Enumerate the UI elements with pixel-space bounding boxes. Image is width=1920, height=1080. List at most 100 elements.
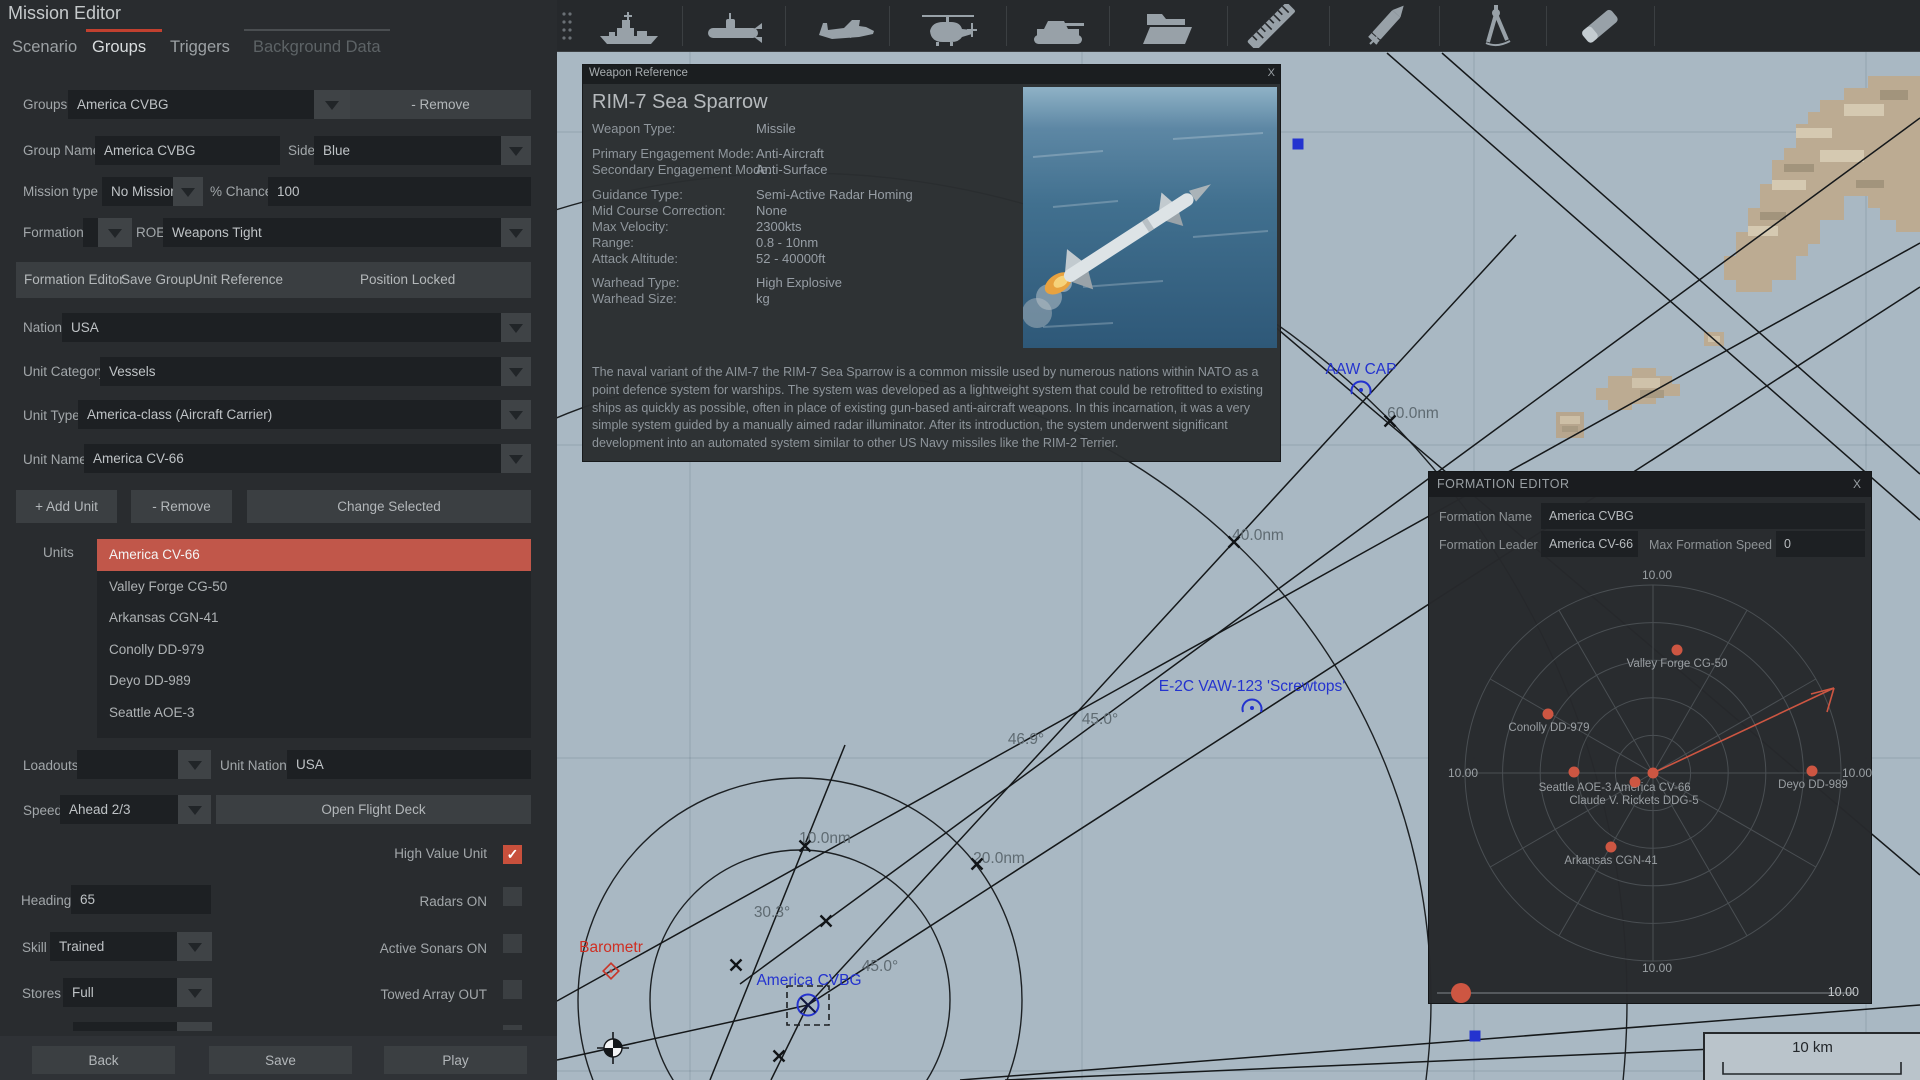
side-dropdown-arrow[interactable] (501, 136, 531, 165)
groups-dropdown-arrow[interactable] (314, 90, 350, 119)
unit-nation-select[interactable]: USA (287, 750, 531, 779)
formation-unit-dot[interactable] (1542, 708, 1554, 720)
toolbar-divider (1654, 6, 1655, 46)
unit-list-item[interactable]: Conolly DD-979 (97, 634, 531, 666)
blue-square[interactable] (1292, 138, 1304, 150)
unit-reference-button[interactable]: Unit Reference (193, 272, 283, 287)
skill-label: Skill (22, 940, 47, 955)
x-mark (729, 958, 744, 973)
formation-unit-label: America CV-66 (1613, 782, 1691, 794)
chance-input[interactable]: 100 (268, 177, 531, 206)
radars-on-checkbox[interactable] (503, 887, 522, 906)
roe-select[interactable]: Weapons Tight (163, 218, 501, 247)
speed-dropdown-arrow[interactable] (178, 795, 211, 824)
unit-category-select[interactable]: Vessels (100, 357, 501, 386)
formation-unit-dot[interactable] (1629, 776, 1641, 788)
tab-background-data[interactable]: Background Data (253, 33, 381, 62)
tab-scenario[interactable]: Scenario (12, 33, 77, 62)
secondary-tab-indicator (244, 29, 390, 31)
save-button[interactable]: Save (209, 1046, 352, 1074)
eraser-icon[interactable] (1569, 5, 1633, 47)
window-titlebar[interactable]: Weapon Reference X (583, 65, 1280, 84)
mission-type-dropdown-arrow[interactable] (173, 177, 203, 206)
cap-symbol[interactable] (1348, 376, 1374, 402)
high-value-unit-checkbox[interactable]: ✓ (503, 845, 522, 864)
formation-scale-slider-knob[interactable] (1451, 983, 1471, 1003)
unit-type-dropdown-arrow[interactable] (501, 400, 531, 429)
formation-dropdown-arrow[interactable] (98, 218, 132, 247)
speed-select[interactable]: Ahead 2/3 (60, 795, 178, 824)
nation-dropdown-arrow[interactable] (501, 313, 531, 342)
x-mark (819, 914, 834, 929)
grip-handle-icon[interactable] (559, 6, 577, 46)
groups-select[interactable]: America CVBG (68, 90, 314, 119)
warship-icon[interactable] (597, 5, 661, 47)
unit-list-item[interactable]: Deyo DD-989 (97, 665, 531, 697)
spec-label: Mid Course Correction: (592, 203, 726, 218)
formation-unit-dot[interactable] (1671, 644, 1683, 656)
aircraft-icon[interactable] (814, 5, 878, 47)
unit-name-dropdown-arrow[interactable] (501, 444, 531, 473)
loadouts-select[interactable] (77, 750, 178, 779)
skill-dropdown-arrow[interactable] (177, 932, 212, 961)
submarine-icon[interactable] (702, 5, 766, 47)
play-button[interactable]: Play (384, 1046, 527, 1074)
spec-value: 52 - 40000ft (756, 251, 826, 266)
unit-category-dropdown-arrow[interactable] (501, 357, 531, 386)
unit-name-select[interactable]: America CV-66 (84, 444, 501, 473)
unit-list-item[interactable]: Valley Forge CG-50 (97, 571, 531, 603)
carrier-marker[interactable] (784, 981, 832, 1029)
skill-select[interactable]: Trained (50, 932, 177, 961)
helicopter-icon[interactable] (916, 5, 980, 47)
stores-select[interactable]: Full (63, 978, 177, 1007)
spec-label: Max Velocity: (592, 219, 669, 234)
back-button[interactable]: Back (32, 1046, 175, 1074)
blue-square[interactable] (1469, 1030, 1481, 1042)
unit-list-item[interactable]: Seattle AOE-3 (97, 697, 531, 729)
remove-group-button[interactable]: - Remove (350, 90, 531, 119)
group-name-input[interactable]: America CVBG (95, 136, 280, 165)
nation-select[interactable]: USA (62, 313, 501, 342)
speed-label: Speed (23, 803, 63, 818)
active-sonars-on-checkbox[interactable] (503, 934, 522, 953)
change-selected-button[interactable]: Change Selected (247, 490, 531, 523)
spec-value: Missile (756, 121, 796, 136)
remove-unit-button[interactable]: - Remove (131, 490, 232, 523)
spec-label: Guidance Type: (592, 187, 683, 202)
bullseye[interactable] (596, 1031, 630, 1065)
unit-type-select[interactable]: America-class (Aircraft Carrier) (78, 400, 501, 429)
formation-unit-dot[interactable] (1806, 765, 1818, 777)
add-unit-button[interactable]: + Add Unit (16, 490, 117, 523)
compass-icon[interactable] (1464, 5, 1528, 47)
towed-array-out-checkbox[interactable] (503, 980, 522, 999)
stores-dropdown-arrow[interactable] (177, 978, 212, 1007)
unit-list-item[interactable]: Claude V. Rickets DDG-5 (97, 729, 531, 738)
unit-list-item[interactable]: Arkansas CGN-41 (97, 602, 531, 634)
formation-editor-button[interactable]: Formation Editor (24, 272, 124, 287)
formation-unit-dot[interactable] (1647, 767, 1659, 779)
pencil-icon[interactable] (1354, 5, 1418, 47)
mission-type-select[interactable]: No Mission (102, 177, 173, 206)
cap-symbol[interactable] (1239, 694, 1265, 720)
folder-icon[interactable] (1135, 5, 1199, 47)
roe-dropdown-arrow[interactable] (501, 218, 531, 247)
save-group-button[interactable]: Save Group (121, 272, 193, 287)
tab-triggers[interactable]: Triggers (170, 33, 230, 62)
formation-scale-slider-track[interactable] (1437, 992, 1855, 994)
unit-list-item[interactable]: America CV-66 (97, 539, 531, 571)
loadouts-dropdown-arrow[interactable] (178, 750, 211, 779)
close-icon[interactable]: X (1268, 67, 1275, 79)
heading-input[interactable]: 65 (71, 885, 211, 914)
formation-label: Formation (23, 225, 84, 240)
formation-unit-dot[interactable] (1605, 841, 1617, 853)
tab-groups[interactable]: Groups (92, 33, 146, 62)
formation-unit-dot[interactable] (1568, 766, 1580, 778)
toolbar-divider (1227, 6, 1228, 46)
tank-icon[interactable] (1026, 5, 1090, 47)
side-select[interactable]: Blue (314, 136, 501, 165)
unit-palette-toolbar (557, 0, 1920, 52)
position-locked-toggle[interactable]: Position Locked (360, 272, 455, 287)
weapon-description: The naval variant of the AIM-7 the RIM-7… (592, 365, 1263, 450)
ruler-icon[interactable] (1239, 4, 1303, 48)
open-flight-deck-button[interactable]: Open Flight Deck (216, 795, 531, 824)
